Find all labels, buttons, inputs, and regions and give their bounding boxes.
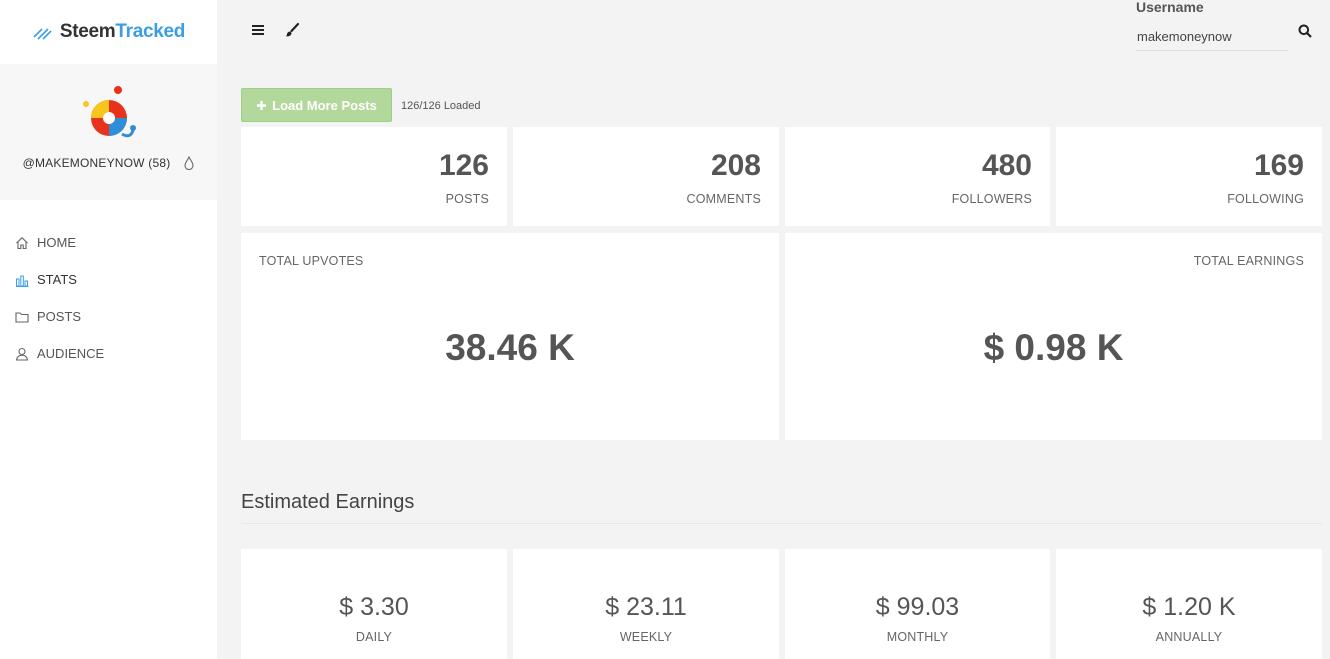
earnings-card-monthly: $ 99.03 MONTHLY [785,549,1050,659]
user-icon [15,347,29,361]
username-label: Username [1136,0,1204,15]
section-divider [241,523,1322,524]
total-upvotes-label: TOTAL UPVOTES [259,254,364,268]
earnings-label: WEEKLY [619,630,673,644]
earnings-label: DAILY [355,630,393,644]
total-earnings-label: TOTAL EARNINGS [1193,254,1304,268]
brand-name: SteemTracked [59,21,186,43]
sidebar-nav: HOME STATS POSTS AUDIENCE [0,224,217,372]
total-upvotes-card: TOTAL UPVOTES 38.46 K [241,233,779,440]
bar-chart-icon [16,275,29,287]
total-earnings-card: TOTAL EARNINGS $ 0.98 K [785,233,1322,440]
brand-logo[interactable]: SteemTracked [0,0,217,64]
stat-value: 126 [438,149,489,182]
steem-logo-icon [33,28,52,40]
sidebar-item-home[interactable]: HOME [0,224,217,261]
search-icon[interactable] [1298,24,1312,38]
load-more-posts-button[interactable]: Load More Posts [241,88,392,122]
sidebar-item-posts[interactable]: POSTS [0,298,217,335]
stat-label: FOLLOWING [1227,192,1304,206]
sidebar-item-label: POSTS [37,309,82,324]
stat-label: POSTS [445,192,489,206]
stat-value: 169 [1253,149,1304,182]
username-input[interactable] [1136,22,1288,51]
sidebar-item-label: AUDIENCE [37,346,105,361]
brand-name-part2: Tracked [115,21,186,42]
folder-icon [15,311,29,323]
earnings-value: $ 99.03 [875,593,960,621]
stat-card-posts: 126 POSTS [241,127,507,226]
avatar [82,86,136,138]
earnings-value: $ 1.20 K [1142,593,1236,621]
steem-power-drop-icon[interactable] [184,156,194,170]
topbar-tools [250,22,300,38]
username-search: Username [1136,0,1288,51]
stat-value: 480 [981,149,1032,182]
hamburger-menu-icon[interactable] [250,22,266,38]
plus-icon [257,100,267,110]
stat-card-followers: 480 FOLLOWERS [785,127,1050,226]
sidebar-item-label: HOME [37,235,76,250]
sidebar: SteemTracked @MAKEMONEYNOW (58) HOME STA [0,0,217,659]
paintbrush-icon[interactable] [284,22,300,38]
stat-label: COMMENTS [686,192,761,206]
sidebar-item-audience[interactable]: AUDIENCE [0,335,217,372]
stat-card-comments: 208 COMMENTS [513,127,779,226]
stat-card-following: 169 FOLLOWING [1056,127,1322,226]
profile-panel: @MAKEMONEYNOW (58) [0,64,217,200]
total-earnings-value: $ 0.98 K [983,327,1124,368]
earnings-card-annually: $ 1.20 K ANNUALLY [1056,549,1322,659]
earnings-card-daily: $ 3.30 DAILY [241,549,507,659]
earnings-label: ANNUALLY [1155,630,1223,644]
load-more-label: Load More Posts [272,97,377,113]
sidebar-item-stats[interactable]: STATS [0,261,217,298]
earnings-label: MONTHLY [886,630,949,644]
stat-label: FOLLOWERS [951,192,1032,206]
profile-handle: @MAKEMONEYNOW (58) [22,156,171,170]
earnings-value: $ 3.30 [339,593,409,621]
earnings-card-weekly: $ 23.11 WEEKLY [513,549,779,659]
load-status: 126/126 Loaded [401,100,481,112]
brand-name-part1: Steem [59,21,116,42]
stat-value: 208 [710,149,761,182]
earnings-value: $ 23.11 [605,593,687,621]
home-icon [16,236,28,249]
sidebar-item-label: STATS [37,272,77,287]
estimated-earnings-heading: Estimated Earnings [241,491,415,513]
total-upvotes-value: 38.46 K [445,327,575,368]
